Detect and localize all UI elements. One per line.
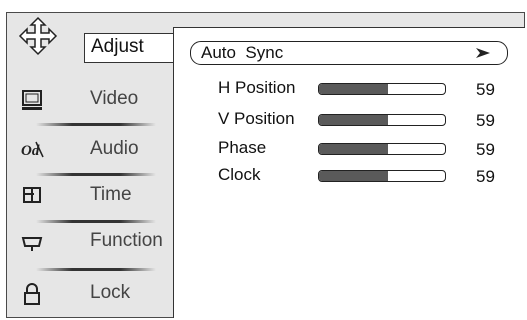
v-position-label: V Position [218,109,295,128]
sidebar-item-adjust[interactable]: Adjust [84,33,174,63]
sidebar-item-lock[interactable]: Lock [6,270,172,316]
clock-icon [20,184,44,208]
v-position-row[interactable]: V Position 59 [218,109,508,131]
monitor-icon [20,88,44,112]
clock-row[interactable]: Clock 59 [218,165,508,187]
clock-label: Clock [218,165,261,184]
sidebar-item-label: Time [90,184,132,205]
h-position-value: 59 [476,80,495,99]
audio-icon: Od [20,138,44,162]
sidebar-item-label: Function [90,230,163,251]
clock-slider[interactable] [318,170,446,182]
slider-fill [319,144,389,154]
right-arrow-icon [476,48,490,58]
sidebar-item-function[interactable]: Function [6,218,172,264]
adjust-panel: Auto Sync H Position 59 V Position 59 Ph… [173,27,525,318]
phase-row[interactable]: Phase 59 [218,138,508,160]
slider-fill [319,115,389,125]
clock-value: 59 [476,167,495,186]
v-position-value: 59 [476,111,495,130]
sidebar-item-label: Audio [90,138,139,159]
sidebar-item-video[interactable]: Video [6,76,172,122]
sidebar-item-label: Adjust [91,36,144,57]
slider-fill [319,171,389,181]
lock-icon [20,282,44,306]
auto-sync-button[interactable]: Auto Sync [190,41,508,65]
phase-value: 59 [476,140,495,159]
slider-fill [319,84,389,94]
sidebar-item-label: Video [90,88,139,109]
h-position-row[interactable]: H Position 59 [218,78,508,100]
v-position-slider[interactable] [318,114,446,126]
sidebar-item-audio[interactable]: Od Audio [6,126,172,172]
h-position-slider[interactable] [318,83,446,95]
four-way-arrow-icon [18,16,58,56]
auto-sync-label: Auto Sync [201,43,284,62]
function-icon [20,230,44,254]
phase-slider[interactable] [318,143,446,155]
sidebar-item-label: Lock [90,282,131,303]
phase-label: Phase [218,138,267,157]
sidebar-item-time[interactable]: Time [6,172,172,218]
h-position-label: H Position [218,78,296,97]
